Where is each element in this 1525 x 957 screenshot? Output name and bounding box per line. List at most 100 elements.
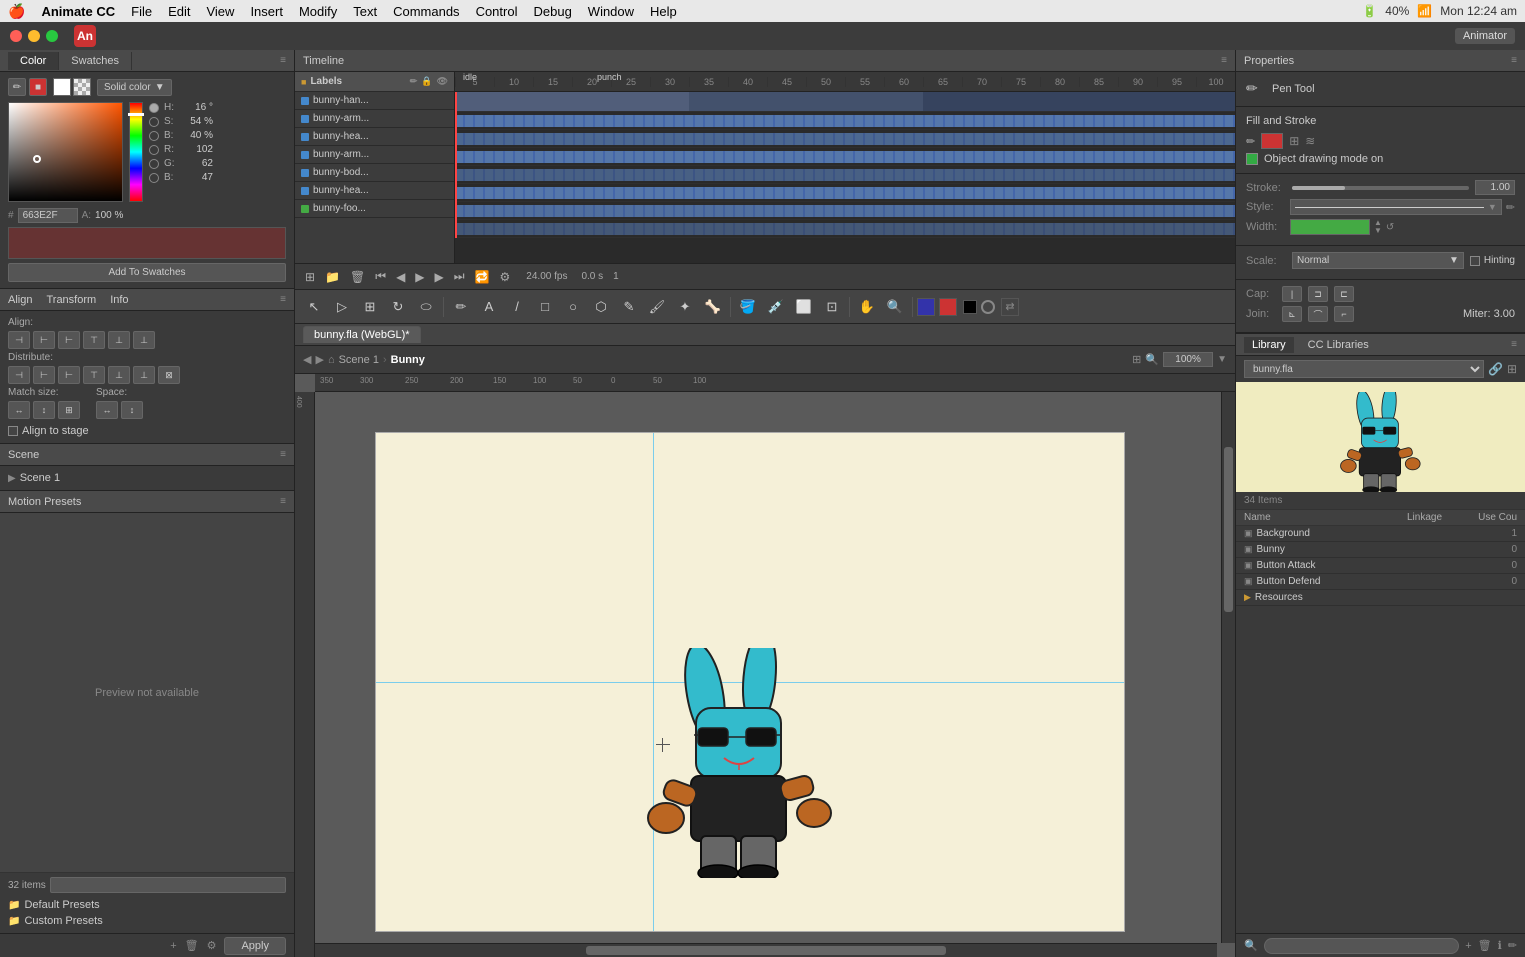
tool-brush[interactable]: 🖌	[644, 294, 670, 320]
dist-extra[interactable]: ⊠	[158, 366, 180, 384]
file-tab-bunny[interactable]: bunny.fla (WebGL)*	[303, 326, 421, 343]
scroll-thumb-h[interactable]	[586, 946, 947, 955]
scroll-thumb-v[interactable]	[1224, 447, 1233, 612]
align-tab[interactable]: Align	[8, 294, 32, 306]
stroke-value-input[interactable]	[1475, 180, 1515, 195]
solid-color-dropdown[interactable]: Solid color ▼	[97, 79, 172, 96]
zoom-icon[interactable]: 🔍	[1145, 353, 1159, 366]
info-tab[interactable]: Info	[110, 294, 128, 306]
menu-control[interactable]: Control	[476, 4, 518, 19]
width-bar[interactable]	[1290, 219, 1370, 235]
lib-edit-btn[interactable]: ✏	[1508, 939, 1517, 952]
labels-lock[interactable]: 🔒	[421, 76, 432, 87]
dist-right[interactable]: ⊢	[58, 366, 80, 384]
tool-poly[interactable]: ⬡	[588, 294, 614, 320]
space-v[interactable]: ↕	[121, 401, 143, 419]
menu-window[interactable]: Window	[588, 4, 634, 19]
options-btn[interactable]: ⚙	[498, 270, 513, 284]
dist-bottom[interactable]: ⊥	[133, 366, 155, 384]
menu-debug[interactable]: Debug	[533, 4, 571, 19]
stroke-color-btn[interactable]	[939, 298, 957, 316]
layer-hea2[interactable]: bunny-hea...	[295, 182, 454, 200]
zoom-value[interactable]: 100%	[1163, 352, 1213, 367]
timeline-close[interactable]: ≡	[1221, 55, 1227, 66]
dist-center-h[interactable]: ⊢	[33, 366, 55, 384]
align-to-stage-checkbox[interactable]	[8, 426, 18, 436]
swatch-white[interactable]	[53, 78, 71, 96]
tool-subselect[interactable]: ▷	[329, 294, 355, 320]
library-close[interactable]: ≡	[1511, 339, 1517, 350]
nav-back-btn[interactable]: ◀	[303, 353, 311, 366]
maximize-button[interactable]	[46, 30, 58, 42]
tab-color[interactable]: Color	[8, 52, 59, 70]
layer-hea1[interactable]: bunny-hea...	[295, 128, 454, 146]
labels-visible[interactable]: 👁	[437, 76, 448, 87]
nav-home-icon[interactable]: ⌂	[328, 354, 335, 366]
delete-layer-btn[interactable]: 🗑	[348, 270, 367, 284]
style-edit-icon[interactable]: ✏	[1506, 201, 1515, 214]
align-bottom[interactable]: ⊥	[133, 331, 155, 349]
menu-text[interactable]: Text	[353, 4, 377, 19]
nav-fwd-btn[interactable]: ▶	[315, 353, 323, 366]
lib-item-resources[interactable]: ▶ Resources	[1236, 590, 1525, 606]
app-name[interactable]: Animate CC	[41, 4, 115, 19]
tool-rect[interactable]: □	[532, 294, 558, 320]
match-width[interactable]: ↔	[8, 401, 30, 419]
match-height[interactable]: ↕	[33, 401, 55, 419]
new-folder-btn[interactable]: 📁	[323, 270, 342, 284]
lib-tab-library[interactable]: Library	[1244, 337, 1294, 353]
tool-eyedropper[interactable]: 💉	[763, 294, 789, 320]
lib-col-name[interactable]: Name	[1244, 512, 1407, 523]
menu-modify[interactable]: Modify	[299, 4, 337, 19]
fill-pattern-icon[interactable]: ≋	[1305, 134, 1315, 148]
tool-line[interactable]: /	[504, 294, 530, 320]
tab-swatches[interactable]: Swatches	[59, 52, 132, 70]
zoom-arrows[interactable]: ▼	[1217, 354, 1227, 365]
lib-add-btn[interactable]: +	[1465, 940, 1471, 952]
tool-text[interactable]: A	[476, 294, 502, 320]
tool-select[interactable]: ↖	[301, 294, 327, 320]
play-next-btn[interactable]: ⏭	[452, 269, 467, 284]
layer-han[interactable]: bunny-han...	[295, 92, 454, 110]
layer-bod[interactable]: bunny-bod...	[295, 164, 454, 182]
bri-radio[interactable]	[149, 131, 159, 141]
fit-icon[interactable]: ⊞	[1132, 353, 1141, 366]
fill-icon[interactable]: ■	[29, 78, 47, 96]
swap-colors-btn[interactable]: ⇄	[1001, 298, 1019, 316]
fill-color-btn[interactable]	[917, 298, 935, 316]
custom-presets-item[interactable]: 📁 Custom Presets	[8, 913, 286, 929]
match-both[interactable]: ⊞	[58, 401, 80, 419]
lib-item-button-defend[interactable]: ▣ Button Defend 0	[1236, 574, 1525, 590]
tool-paint-bucket[interactable]: 🪣	[735, 294, 761, 320]
properties-close[interactable]: ≡	[1511, 55, 1517, 66]
add-preset-icon[interactable]: +	[170, 940, 176, 952]
lib-btn-2[interactable]: ⊞	[1507, 362, 1517, 376]
cap-square[interactable]: ⊐	[1308, 286, 1328, 302]
hue-radio[interactable]	[149, 103, 159, 113]
join-round[interactable]: ⌒	[1308, 306, 1328, 322]
fill-swatch[interactable]	[1261, 133, 1283, 149]
scene-item[interactable]: ▶ Scene 1	[8, 470, 286, 486]
library-file-select[interactable]: bunny.fla	[1244, 360, 1484, 378]
lib-search-input[interactable]	[1264, 938, 1459, 954]
stroke-icon[interactable]: ✏	[8, 78, 26, 96]
motion-presets-close[interactable]: ≡	[280, 496, 286, 507]
join-bevel[interactable]: ⌐	[1334, 306, 1354, 322]
lib-props-btn[interactable]: ℹ	[1498, 939, 1502, 952]
color-panel-close[interactable]: ≡	[280, 55, 286, 66]
transform-tab[interactable]: Transform	[46, 294, 96, 306]
scale-dropdown[interactable]: Normal ▼	[1292, 252, 1464, 269]
cap-butt[interactable]: ⊏	[1334, 286, 1354, 302]
step-fwd-btn[interactable]: ▶	[433, 270, 446, 284]
tool-pencil[interactable]: ✎	[616, 294, 642, 320]
cap-round[interactable]: |	[1282, 286, 1302, 302]
hinting-checkbox[interactable]	[1470, 256, 1480, 266]
apple-icon[interactable]: 🍎	[8, 3, 25, 20]
gradient-picker[interactable]	[8, 102, 123, 202]
dist-center-v[interactable]: ⊥	[108, 366, 130, 384]
minimize-button[interactable]	[28, 30, 40, 42]
r-radio[interactable]	[149, 145, 159, 155]
canvas-area[interactable]: 350 300 250 200 150 100 50 0 50 100 400	[295, 374, 1235, 957]
layer-arm1[interactable]: bunny-arm...	[295, 110, 454, 128]
tool-bone[interactable]: 🦴	[700, 294, 726, 320]
